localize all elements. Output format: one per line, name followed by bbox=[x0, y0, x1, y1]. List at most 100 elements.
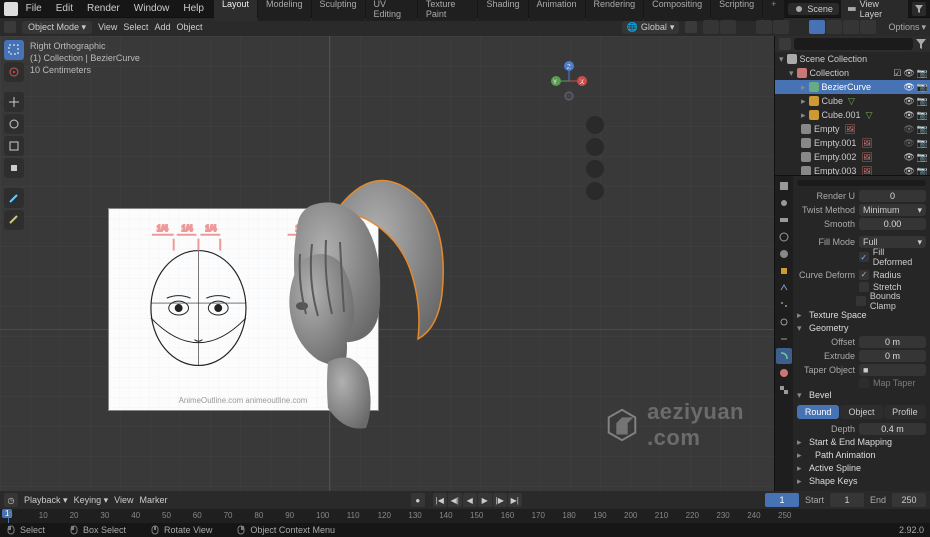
field-twist-method[interactable]: Minimum▾ bbox=[859, 204, 926, 216]
outliner-search[interactable] bbox=[794, 38, 913, 50]
shade-render[interactable] bbox=[860, 20, 876, 34]
field-taper-object[interactable]: ■ bbox=[859, 364, 926, 376]
section-active-spline[interactable]: ▸Active Spline bbox=[797, 463, 926, 474]
play-reverse-icon[interactable]: ◀ bbox=[463, 493, 477, 507]
gizmo-toggle[interactable] bbox=[756, 20, 772, 34]
check-bounds[interactable]: Bounds Clamp bbox=[856, 291, 926, 311]
jump-end-icon[interactable]: ▶| bbox=[508, 493, 522, 507]
tab-compositing[interactable]: Compositing bbox=[644, 0, 710, 21]
filter-icon[interactable] bbox=[912, 2, 926, 16]
props-search[interactable] bbox=[797, 180, 926, 186]
section-geometry[interactable]: ▾Geometry bbox=[797, 323, 926, 334]
hdr-add[interactable]: Add bbox=[154, 22, 170, 32]
ptab-object[interactable] bbox=[776, 263, 792, 279]
tool-transform[interactable] bbox=[4, 158, 24, 178]
nav-gizmo[interactable]: Y X Z bbox=[544, 56, 594, 106]
tab-animation[interactable]: Animation bbox=[529, 0, 585, 21]
ptab-modifier[interactable] bbox=[776, 280, 792, 296]
tab-layout[interactable]: Layout bbox=[214, 0, 257, 21]
menu-render[interactable]: Render bbox=[81, 1, 126, 16]
shade-matprev[interactable] bbox=[843, 20, 859, 34]
ptab-constraints[interactable] bbox=[776, 331, 792, 347]
jump-start-icon[interactable]: |◀ bbox=[433, 493, 447, 507]
outliner-item-empty[interactable]: Empty🖼👁📷 bbox=[775, 122, 930, 136]
play-icon[interactable]: ▶ bbox=[478, 493, 492, 507]
check-fill-deformed[interactable]: Fill Deformed bbox=[859, 247, 926, 267]
outliner-item-empty003[interactable]: Empty.003🖼👁📷 bbox=[775, 164, 930, 176]
sculpted-head-object[interactable] bbox=[270, 164, 460, 436]
timeline-marker[interactable]: Marker bbox=[139, 495, 167, 505]
timeline-view[interactable]: View bbox=[114, 495, 133, 505]
ptab-texture[interactable] bbox=[776, 382, 792, 398]
options-dropdown[interactable]: Options ▾ bbox=[888, 22, 926, 33]
keyframe-next-icon[interactable]: |▶ bbox=[493, 493, 507, 507]
ptab-data[interactable] bbox=[776, 348, 792, 364]
tool-rotate[interactable] bbox=[4, 114, 24, 134]
field-render-u[interactable]: 0 bbox=[859, 190, 926, 202]
outliner-type-icon[interactable] bbox=[779, 38, 791, 50]
bevel-tab-round[interactable]: Round bbox=[797, 405, 839, 419]
viewlayer-selector[interactable]: View Layer bbox=[841, 0, 908, 20]
timeline-playback[interactable]: Playback ▾ bbox=[24, 495, 68, 506]
tab-sculpting[interactable]: Sculpting bbox=[312, 0, 365, 21]
ptab-physics[interactable] bbox=[776, 314, 792, 330]
field-bevel-depth[interactable]: 0.4 m bbox=[859, 423, 926, 435]
outliner-item-cube[interactable]: ▸Cube▽👁📷 bbox=[775, 94, 930, 108]
tool-move[interactable] bbox=[4, 92, 24, 112]
section-texture-space[interactable]: ▸Texture Space bbox=[797, 310, 926, 321]
hdr-view[interactable]: View bbox=[98, 22, 117, 32]
ptab-output[interactable] bbox=[776, 195, 792, 211]
ptab-particles[interactable] bbox=[776, 297, 792, 313]
section-start-end[interactable]: ▸Start & End Mapping bbox=[797, 437, 926, 448]
snap-menu[interactable] bbox=[720, 20, 736, 34]
tab-texture[interactable]: Texture Paint bbox=[418, 0, 478, 21]
filter-icon[interactable] bbox=[916, 39, 926, 49]
hdr-object[interactable]: Object bbox=[176, 22, 202, 32]
mode-select[interactable]: Object Mode ▾ bbox=[22, 21, 92, 34]
keyframe-prev-icon[interactable]: ◀| bbox=[448, 493, 462, 507]
frame-current[interactable]: 1 bbox=[765, 493, 799, 507]
tool-measure[interactable] bbox=[4, 210, 24, 230]
outliner-scene-collection[interactable]: ▾Scene Collection bbox=[775, 52, 930, 66]
ptab-viewlayer[interactable] bbox=[776, 212, 792, 228]
field-offset[interactable]: 0 m bbox=[859, 336, 926, 348]
tab-uv[interactable]: UV Editing bbox=[366, 0, 417, 21]
move-view-icon[interactable] bbox=[586, 138, 604, 156]
tab-shading[interactable]: Shading bbox=[478, 0, 527, 21]
3d-viewport[interactable]: Right Orthographic (1) Collection | Bezi… bbox=[0, 36, 774, 491]
snap-toggle[interactable] bbox=[703, 20, 719, 34]
tool-scale[interactable] bbox=[4, 136, 24, 156]
timeline-ruler[interactable]: 1 01020304050607080901001101201301401501… bbox=[0, 509, 930, 523]
hdr-select[interactable]: Select bbox=[123, 22, 148, 32]
ptab-render[interactable] bbox=[776, 178, 792, 194]
tab-rendering[interactable]: Rendering bbox=[586, 0, 644, 21]
pivot-icon[interactable] bbox=[685, 21, 697, 33]
shade-solid[interactable] bbox=[826, 20, 842, 34]
menu-edit[interactable]: Edit bbox=[50, 1, 79, 16]
camera-view-icon[interactable] bbox=[586, 160, 604, 178]
tool-select-box[interactable] bbox=[4, 40, 24, 60]
outliner-item-empty002[interactable]: Empty.002🖼👁📷 bbox=[775, 150, 930, 164]
menu-window[interactable]: Window bbox=[128, 1, 176, 16]
editor-type-icon[interactable] bbox=[4, 21, 16, 33]
frame-start[interactable]: 1 bbox=[830, 493, 864, 507]
ptab-scene[interactable] bbox=[776, 229, 792, 245]
tab-modeling[interactable]: Modeling bbox=[258, 0, 311, 21]
tab-add[interactable]: + bbox=[763, 0, 784, 21]
section-shape-keys[interactable]: ▸Shape Keys bbox=[797, 476, 926, 487]
outliner-item-beziercurve[interactable]: ▸BezierCurve👁📷 bbox=[775, 80, 930, 94]
overlay-toggle[interactable] bbox=[773, 20, 789, 34]
frame-end[interactable]: 250 bbox=[892, 493, 926, 507]
check-radius[interactable]: Radius bbox=[859, 270, 901, 280]
outliner-item-cube001[interactable]: ▸Cube.001▽👁📷 bbox=[775, 108, 930, 122]
bevel-tab-profile[interactable]: Profile bbox=[884, 405, 926, 419]
menu-help[interactable]: Help bbox=[177, 1, 210, 16]
timeline-editor-icon[interactable]: ◷ bbox=[4, 493, 18, 507]
tool-cursor[interactable] bbox=[4, 62, 24, 82]
scene-selector[interactable]: Scene bbox=[788, 3, 839, 15]
field-smooth[interactable]: 0.00 bbox=[859, 218, 926, 230]
menu-file[interactable]: File bbox=[20, 1, 48, 16]
auto-key-icon[interactable]: ● bbox=[411, 493, 425, 507]
section-path-anim[interactable]: ▸Path Animation bbox=[797, 450, 926, 461]
outliner-item-empty001[interactable]: Empty.001🖼👁📷 bbox=[775, 136, 930, 150]
